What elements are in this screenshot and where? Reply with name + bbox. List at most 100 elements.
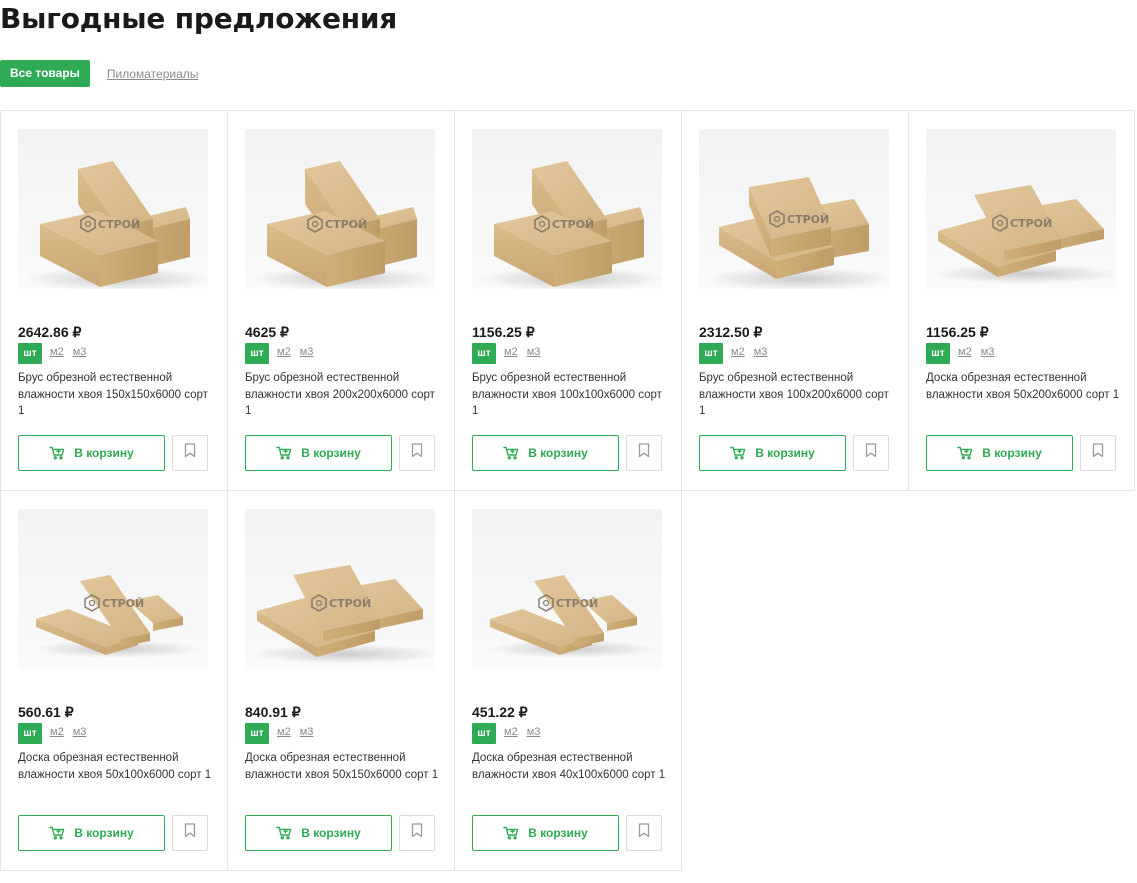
unit-option-pcs[interactable]: шт bbox=[18, 343, 42, 364]
product-title[interactable]: Брус обрезной естественной влажности хво… bbox=[245, 370, 440, 420]
cart-icon bbox=[503, 446, 519, 460]
unit-option-m3[interactable]: м3 bbox=[70, 346, 90, 362]
unit-option-pcs[interactable]: шт bbox=[472, 343, 496, 364]
unit-option-m3[interactable]: м3 bbox=[524, 726, 544, 742]
unit-option-m3[interactable]: м3 bbox=[978, 346, 998, 362]
svg-text:СТРОЙ: СТРОЙ bbox=[1010, 217, 1052, 230]
cart-icon bbox=[49, 446, 65, 460]
cart-icon bbox=[957, 446, 973, 460]
product-card: СТРОЙ 1156.25 ₽ шт м2 м3 Доска обрезная … bbox=[909, 111, 1135, 491]
add-to-cart-button[interactable]: В корзину bbox=[472, 435, 619, 471]
product-title[interactable]: Брус обрезной естественной влажности хво… bbox=[472, 370, 667, 420]
product-image[interactable]: СТРОЙ bbox=[472, 509, 662, 669]
bookmark-icon bbox=[638, 443, 650, 463]
add-to-cart-button[interactable]: В корзину bbox=[926, 435, 1073, 471]
unit-selector: шт м2 м3 bbox=[926, 343, 997, 364]
add-to-cart-label: В корзину bbox=[301, 826, 361, 840]
unit-option-pcs[interactable]: шт bbox=[926, 343, 950, 364]
product-title[interactable]: Доска обрезная естественной влажности хв… bbox=[18, 750, 213, 783]
product-title[interactable]: Доска обрезная естественной влажности хв… bbox=[245, 750, 440, 783]
add-to-cart-button[interactable]: В корзину bbox=[18, 435, 165, 471]
cart-icon bbox=[276, 826, 292, 840]
product-image[interactable]: СТРОЙ bbox=[472, 129, 662, 289]
filter-lumber[interactable]: Пиломатериалы bbox=[107, 67, 199, 81]
add-to-cart-button[interactable]: В корзину bbox=[699, 435, 846, 471]
product-image[interactable]: СТРОЙ bbox=[18, 129, 208, 289]
unit-selector: шт м2 м3 bbox=[18, 343, 89, 364]
bookmark-button[interactable] bbox=[626, 815, 662, 851]
bookmark-button[interactable] bbox=[626, 435, 662, 471]
unit-option-m2[interactable]: м2 bbox=[274, 346, 294, 362]
add-to-cart-button[interactable]: В корзину bbox=[245, 815, 392, 851]
product-title[interactable]: Доска обрезная естественной влажности хв… bbox=[926, 370, 1121, 403]
product-card: СТРОЙ 4625 ₽ шт м2 м3 Брус обрезной есте… bbox=[228, 111, 455, 491]
product-photo: СТРОЙ bbox=[931, 185, 1116, 284]
unit-option-m2[interactable]: м2 bbox=[728, 346, 748, 362]
add-to-cart-label: В корзину bbox=[301, 446, 361, 460]
product-image[interactable]: СТРОЙ bbox=[18, 509, 208, 669]
add-to-cart-label: В корзину bbox=[528, 826, 588, 840]
svg-text:СТРОЙ: СТРОЙ bbox=[325, 218, 367, 231]
product-photo: СТРОЙ bbox=[477, 161, 662, 289]
unit-option-m2[interactable]: м2 bbox=[501, 726, 521, 742]
category-filters: Все товары Пиломатериалы bbox=[0, 60, 198, 87]
svg-text:СТРОЙ: СТРОЙ bbox=[787, 213, 829, 226]
unit-option-m2[interactable]: м2 bbox=[955, 346, 975, 362]
product-price: 1156.25 ₽ bbox=[472, 324, 535, 340]
unit-selector: шт м2 м3 bbox=[472, 343, 543, 364]
product-photo: СТРОЙ bbox=[704, 177, 889, 289]
unit-option-m3[interactable]: м3 bbox=[297, 726, 317, 742]
add-to-cart-button[interactable]: В корзину bbox=[472, 815, 619, 851]
product-price: 2642.86 ₽ bbox=[18, 324, 82, 340]
filter-all-products[interactable]: Все товары bbox=[0, 60, 90, 87]
unit-option-m3[interactable]: м3 bbox=[524, 346, 544, 362]
add-to-cart-label: В корзину bbox=[982, 446, 1042, 460]
bookmark-button[interactable] bbox=[172, 815, 208, 851]
bookmark-icon bbox=[184, 443, 196, 463]
unit-selector: шт м2 м3 bbox=[472, 723, 543, 744]
unit-selector: шт м2 м3 bbox=[245, 723, 316, 744]
unit-option-pcs[interactable]: шт bbox=[472, 723, 496, 744]
product-price: 840.91 ₽ bbox=[245, 704, 301, 720]
unit-option-pcs[interactable]: шт bbox=[699, 343, 723, 364]
page-title: Выгодные предложения bbox=[0, 2, 398, 35]
product-image[interactable]: СТРОЙ bbox=[926, 129, 1116, 289]
product-card: СТРОЙ 840.91 ₽ шт м2 м3 Доска обрезная е… bbox=[228, 491, 455, 871]
unit-option-m3[interactable]: м3 bbox=[70, 726, 90, 742]
unit-option-pcs[interactable]: шт bbox=[18, 723, 42, 744]
unit-selector: шт м2 м3 bbox=[245, 343, 316, 364]
product-price: 1156.25 ₽ bbox=[926, 324, 989, 340]
product-image[interactable]: СТРОЙ bbox=[245, 129, 435, 289]
product-image[interactable]: СТРОЙ bbox=[699, 129, 889, 289]
bookmark-button[interactable] bbox=[853, 435, 889, 471]
svg-text:СТРОЙ: СТРОЙ bbox=[98, 218, 140, 231]
product-image[interactable]: СТРОЙ bbox=[245, 509, 435, 669]
product-title[interactable]: Брус обрезной естественной влажности хво… bbox=[18, 370, 213, 420]
add-to-cart-label: В корзину bbox=[755, 446, 815, 460]
unit-option-m2[interactable]: м2 bbox=[47, 346, 67, 362]
bookmark-icon bbox=[865, 443, 877, 463]
cart-icon bbox=[503, 826, 519, 840]
unit-option-pcs[interactable]: шт bbox=[245, 343, 269, 364]
unit-option-m3[interactable]: м3 bbox=[751, 346, 771, 362]
unit-option-m3[interactable]: м3 bbox=[297, 346, 317, 362]
add-to-cart-button[interactable]: В корзину bbox=[18, 815, 165, 851]
bookmark-button[interactable] bbox=[399, 815, 435, 851]
unit-option-m2[interactable]: м2 bbox=[501, 346, 521, 362]
bookmark-button[interactable] bbox=[1080, 435, 1116, 471]
product-grid: СТРОЙ 2642.86 ₽ шт м2 м3 Брус обрезной е… bbox=[0, 110, 1135, 871]
product-title[interactable]: Брус обрезной естественной влажности хво… bbox=[699, 370, 894, 420]
unit-option-pcs[interactable]: шт bbox=[245, 723, 269, 744]
bookmark-button[interactable] bbox=[172, 435, 208, 471]
product-title[interactable]: Доска обрезная естественной влажности хв… bbox=[472, 750, 667, 783]
product-photo: СТРОЙ bbox=[33, 575, 203, 658]
unit-option-m2[interactable]: м2 bbox=[47, 726, 67, 742]
unit-option-m2[interactable]: м2 bbox=[274, 726, 294, 742]
add-to-cart-button[interactable]: В корзину bbox=[245, 435, 392, 471]
product-photo: СТРОЙ bbox=[487, 575, 657, 658]
product-card: СТРОЙ 2312.50 ₽ шт м2 м3 Брус обрезной е… bbox=[682, 111, 909, 491]
bookmark-icon bbox=[411, 823, 423, 843]
bookmark-button[interactable] bbox=[399, 435, 435, 471]
svg-text:СТРОЙ: СТРОЙ bbox=[329, 597, 371, 610]
unit-selector: шт м2 м3 bbox=[699, 343, 770, 364]
